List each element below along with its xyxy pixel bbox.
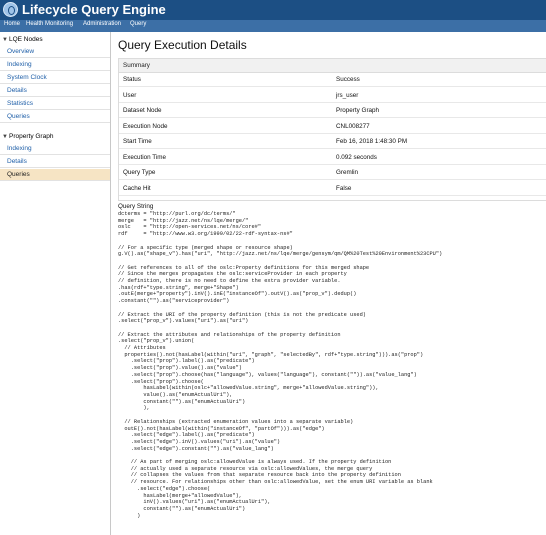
sidebar-item-details[interactable]: Details xyxy=(0,85,110,97)
query-string-code: dcterms = "http://purl.org/dc/terms/" me… xyxy=(118,211,546,519)
summary-key: Start Time xyxy=(123,138,152,145)
sidebar-item-indexing[interactable]: Indexing xyxy=(0,59,110,71)
sidebar-section-lqe-nodes[interactable]: ▼ LQE Nodes xyxy=(0,35,110,46)
sidebar-item-overview[interactable]: Overview xyxy=(0,46,110,58)
sidebar-item-queries[interactable]: Queries xyxy=(0,111,110,123)
lqe-logo-icon xyxy=(3,2,18,17)
query-line: .select("prop_v").values("uri").as("uri"… xyxy=(118,318,249,325)
query-line: .select("prop").value().as("value") xyxy=(118,365,242,372)
summary-value: Success xyxy=(336,76,360,83)
sidebar-item-system-clock[interactable]: System Clock xyxy=(0,72,110,84)
query-line: constant("").as("enumActualUri") xyxy=(118,505,246,512)
query-line: .constant("").as("serviceprovider") xyxy=(118,298,230,305)
query-line: hasLabel(within(oslc+"allowedValue.strin… xyxy=(118,385,379,392)
summary-key: Status xyxy=(123,76,141,83)
summary-row: Execution Node CNL008277 xyxy=(119,121,546,134)
query-line: // Attributes xyxy=(118,345,166,352)
query-line: // Extract the attributes and relationsh… xyxy=(118,331,341,338)
query-line: // For a specific type (merged shape or … xyxy=(118,244,293,251)
summary-key: Dataset Node xyxy=(123,107,162,114)
summary-row: Status Success xyxy=(119,74,546,87)
summary-table: Summary Status Success User jrs_user Dataset… xyxy=(118,58,546,201)
query-line: // Extract the URI of the property defin… xyxy=(118,311,366,318)
query-line: properties().not(hasLabel(within("uri", … xyxy=(118,351,424,358)
query-line: .outE(merge+"property").inV().inE("insta… xyxy=(118,291,357,298)
query-line: g.V().as("shape_v").has("uri", "http://j… xyxy=(118,251,443,258)
summary-key: Cache Hit xyxy=(123,184,151,192)
query-line: outE().not(hasLabel(within("instanceOf",… xyxy=(118,425,325,432)
query-line: rdf = "http://www.w3.org/1999/02/22-rdf-… xyxy=(118,231,293,238)
summary-row: Dataset Node Property Graph xyxy=(119,105,546,118)
query-line: // Get references to all of the oslc:Pro… xyxy=(118,264,370,271)
summary-row: Execution Time 0.092 seconds xyxy=(119,152,546,165)
summary-value: jrs_user xyxy=(336,91,359,99)
query-line: .select("prop").choose(has("language"), … xyxy=(118,371,417,378)
query-line: value().as("enumActualUri"), xyxy=(118,391,233,398)
sidebar-item-pg-queries[interactable]: Queries xyxy=(0,169,110,181)
page-title: Query Execution Details xyxy=(118,38,247,52)
summary-key: User xyxy=(123,91,137,99)
summary-value: Property Graph xyxy=(336,107,380,114)
query-line: merge = "http://jazz.net/ns/lqe/merge/" xyxy=(118,217,249,224)
query-line: // collapses the values from that separa… xyxy=(118,472,401,479)
query-line: ) xyxy=(118,512,141,519)
summary-value: CNL008277 xyxy=(336,122,370,130)
summary-value: False xyxy=(336,184,352,192)
query-line: constant("").as("enumActualUri") xyxy=(118,398,246,405)
summary-row: Cache Hit False xyxy=(119,183,546,196)
query-string-label: Query String xyxy=(118,203,154,210)
query-line: .select("edge").choose( xyxy=(118,485,211,492)
collapse-triangle-icon: ▼ xyxy=(2,37,8,43)
sidebar-item-pg-indexing[interactable]: Indexing xyxy=(0,143,110,155)
summary-value: 0.092 seconds xyxy=(336,153,377,161)
summary-key: Execution Node xyxy=(123,122,168,130)
query-line: // actually used a separate resource via… xyxy=(118,465,373,472)
query-line: // Since the merges propagates the oslc:… xyxy=(118,271,347,278)
summary-key: Execution Time xyxy=(123,153,167,161)
menu-administration[interactable]: Administration xyxy=(83,21,121,27)
summary-value: Gremlin xyxy=(336,169,359,176)
summary-key: Query Type xyxy=(123,169,156,176)
query-line: .has(rdf+"type.string", merge+"Shape") xyxy=(118,284,239,291)
sidebar-item-pg-details[interactable]: Details xyxy=(0,156,110,168)
query-line: .select("prop_v").union( xyxy=(118,338,195,345)
app-header: Lifecycle Query Engine xyxy=(0,0,546,20)
summary-row: Query Type Gremlin xyxy=(119,167,546,180)
sidebar: ▼ LQE Nodes Overview Indexing System Clo… xyxy=(0,32,111,535)
query-line: // Relationships (extracted enumeration … xyxy=(118,418,354,425)
summary-row: Start Time Feb 16, 2018 1:48:30 PM xyxy=(119,136,546,149)
collapse-triangle-icon: ▼ xyxy=(2,134,8,140)
app-title: Lifecycle Query Engine xyxy=(22,2,166,17)
query-line: hasLabel(merge+"allowedValue"), xyxy=(118,492,242,499)
query-line: .select("prop").label().as("predicate") xyxy=(118,358,255,365)
query-line: oslc = "http://open-services.net/ns/core… xyxy=(118,224,262,231)
menu-health-monitoring[interactable]: Health Monitoring xyxy=(26,21,73,27)
query-line: .select("edge").label().as("predicate") xyxy=(118,432,255,439)
query-line: .select("edge").constant("").as("value_l… xyxy=(118,445,274,452)
menu-home[interactable]: Home xyxy=(4,21,20,27)
summary-value: Feb 16, 2018 1:48:30 PM xyxy=(336,138,408,145)
query-line: .select("edge").inV().values("uri").as("… xyxy=(118,438,281,445)
query-line: dcterms = "http://purl.org/dc/terms/" xyxy=(118,211,236,217)
main-content: Query Execution Details Summary Status Su… xyxy=(111,32,546,535)
query-line: .select("prop").choose( xyxy=(118,378,204,385)
top-menu-bar: Home Health Monitoring Administration Qu… xyxy=(0,20,546,32)
query-line: // definition, there is no need to defin… xyxy=(118,278,341,285)
sidebar-item-statistics[interactable]: Statistics xyxy=(0,98,110,110)
summary-row: User jrs_user xyxy=(119,90,546,103)
query-line: // resource. For relationships other tha… xyxy=(118,479,433,486)
query-line: ), xyxy=(118,405,150,412)
query-line: // As part of merging oslc:allowedValue … xyxy=(118,459,392,466)
sidebar-section-property-graph[interactable]: ▼ Property Graph xyxy=(0,132,110,143)
query-line: inV().values("uri").as("enumActualUri"), xyxy=(118,499,271,506)
summary-header: Summary xyxy=(119,59,546,73)
menu-query[interactable]: Query xyxy=(130,21,146,27)
